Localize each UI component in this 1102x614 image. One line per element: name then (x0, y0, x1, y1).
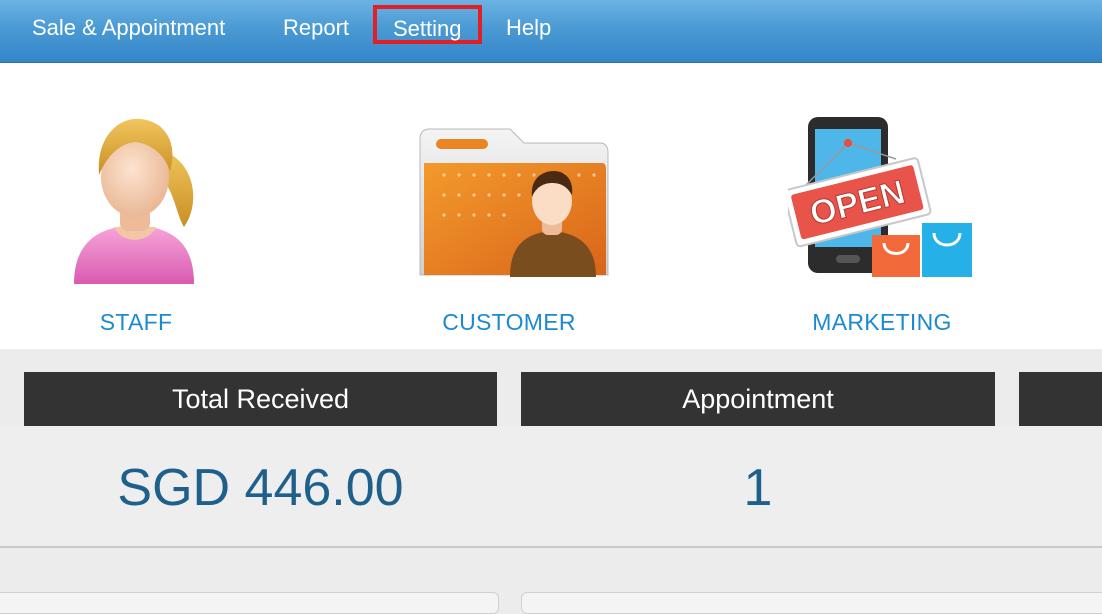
appointment-value: 1 (743, 459, 773, 517)
customer-label: CUSTOMER (442, 309, 576, 335)
bottom-card-right (521, 592, 1102, 614)
marketing-label: MARKETING (812, 309, 952, 335)
total-received-value: SGD 446.00 (117, 459, 404, 517)
appointment-header: Appointment (521, 372, 995, 426)
top-navbar: Sale & Appointment Report Setting Help (0, 0, 1102, 63)
staff-label: STAFF (99, 309, 173, 335)
stats-values-row: SGD 446.00 1 (0, 426, 1102, 548)
nav-report[interactable]: Report (283, 0, 349, 56)
nav-setting[interactable]: Setting (373, 5, 482, 44)
nav-sale-appointment[interactable]: Sale & Appointment (32, 0, 225, 56)
customer-folder-icon (419, 128, 609, 277)
marketing-tile[interactable]: OPEN MARKETING (782, 63, 982, 349)
third-stat-value (1019, 448, 1102, 528)
staff-icon (74, 118, 194, 284)
customer-tile[interactable]: CUSTOMER (409, 63, 609, 349)
marketing-open-sign-icon: OPEN (788, 117, 972, 277)
bottom-card-left (0, 592, 499, 614)
total-received-header: Total Received (24, 372, 497, 426)
nav-help[interactable]: Help (506, 0, 551, 56)
shortcut-panel: STAFF CUSTOMER OPEN MARKETING (0, 63, 1102, 349)
staff-tile[interactable]: STAFF (36, 63, 236, 349)
third-stat-header (1019, 372, 1102, 426)
